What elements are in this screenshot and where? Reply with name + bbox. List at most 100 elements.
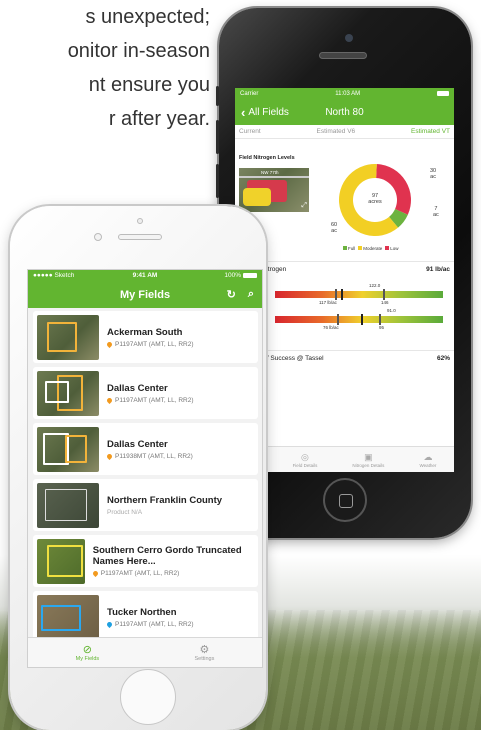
legend-low: Low — [385, 246, 399, 251]
back-label: All Fields — [248, 106, 289, 118]
back-button[interactable]: ‹ All Fields — [235, 106, 289, 119]
map-road — [239, 176, 309, 178]
field-thumbnail — [37, 538, 85, 584]
moderate-zone — [243, 188, 271, 206]
field-thumbnail — [37, 314, 99, 360]
detail-tab-bar: ▮ ◎ Field Details ▣ Nitrogen Details ☁ W… — [235, 446, 454, 472]
bar1-range-low — [335, 289, 337, 300]
status-time: 11:03 AM — [335, 90, 361, 97]
field-name: Dallas Center — [107, 438, 168, 450]
tab-field-details[interactable]: ◎ Field Details — [293, 452, 318, 468]
home-square-icon — [339, 494, 353, 508]
tab-estimated-vt[interactable]: Estimated VT — [411, 128, 450, 135]
field-card[interactable]: Dallas Center P1197AMT (AMT, LL, RR2) — [33, 367, 258, 419]
refresh-icon[interactable]: ↻ — [227, 288, 236, 301]
acres-unit: ac — [433, 212, 439, 218]
bar1-low-label: 117 lb/ac — [319, 300, 337, 305]
tab-label: Nitrogen Details — [352, 462, 385, 468]
status-bar: Carrier 11:03 AM — [235, 88, 454, 99]
field-card[interactable]: Dallas Center P11938MT (AMT, LL, RR2) — [33, 423, 258, 475]
field-product: P11938MT (AMT, LL, RR2) — [107, 452, 193, 460]
field-product: P1197AMT (AMT, LL, RR2) — [107, 396, 194, 404]
field-name: Dallas Center — [107, 382, 168, 394]
seed-drop-icon — [107, 396, 114, 404]
tab-estimated-v6[interactable]: Estimated V6 — [317, 128, 356, 135]
tab-nitrogen-details[interactable]: ▣ Nitrogen Details — [352, 452, 384, 468]
map-road-label: NW 77th — [261, 170, 279, 175]
nitrogen-icon: ▣ — [364, 451, 373, 462]
chance-of-success-row[interactable]: Chance of Success @ Tassel 62% — [235, 350, 454, 366]
my-fields-screen: ●●●●● Sketch 9:41 AM 100% My Fields ↻ ⌕ … — [27, 269, 263, 668]
field-card[interactable]: Southern Cerro Gordo Truncated Names Her… — [33, 535, 258, 587]
phone-white: ●●●●● Sketch 9:41 AM 100% My Fields ↻ ⌕ … — [10, 206, 266, 730]
tab-label: Settings — [194, 655, 215, 662]
battery-icon — [437, 91, 449, 96]
status-time: 9:41 AM — [132, 272, 158, 279]
nav-bar: ‹ All Fields North 80 — [235, 99, 454, 125]
field-name: Tucker Northen — [107, 606, 177, 618]
tab-weather[interactable]: ☁ Weather — [420, 452, 437, 468]
field-card[interactable]: Ackerman South P1197AMT (AMT, LL, RR2) — [33, 311, 258, 363]
nitrogen-bar-2 — [275, 314, 443, 325]
seed-drop-icon — [107, 620, 114, 628]
field-boundary — [65, 434, 87, 463]
intro-line: s unexpected; — [85, 6, 210, 28]
tab-my-fields[interactable]: ⊘ My Fields — [76, 644, 100, 662]
volume-up-button — [216, 120, 219, 154]
bar1-marker-value: 122.0 — [369, 283, 381, 288]
field-card[interactable]: Tucker Northen P1197AMT (AMT, LL, RR2) — [33, 591, 258, 643]
acres-unit: ac — [331, 228, 337, 234]
field-boundary — [41, 604, 81, 631]
bar2-marker — [361, 314, 363, 325]
field-product: P1197AMT (AMT, LL, RR2) — [92, 569, 258, 577]
seed-drop-icon — [107, 340, 114, 348]
field-card[interactable]: Northern Franklin County Product N/A — [33, 479, 258, 531]
soil-nitrogen-row[interactable]: VT Soil Nitrogen 91 lb/ac — [235, 261, 454, 277]
donut-center-unit: acres — [368, 199, 382, 205]
weather-icon: ☁ — [423, 451, 433, 462]
tab-settings[interactable]: ⚙ Settings — [194, 644, 214, 662]
field-product: P1197AMT (AMT, LL, RR2) — [107, 340, 194, 348]
bar2-low-label: 76 lb/ac — [323, 325, 339, 330]
bar1-marker — [341, 289, 343, 300]
donut-label-full: 7 ac — [433, 206, 439, 218]
field-boundary — [47, 321, 77, 352]
tab-label: My Fields — [75, 655, 100, 662]
field-boundary — [45, 380, 69, 403]
expand-icon[interactable]: ⤢ — [301, 202, 307, 210]
front-camera — [137, 218, 143, 224]
front-camera — [345, 34, 353, 42]
field-thumbnail — [37, 370, 99, 416]
legend-full: Full — [343, 246, 355, 251]
status-bar: ●●●●● Sketch 9:41 AM 100% — [28, 270, 262, 281]
donut-label-moderate: 60 ac — [331, 222, 337, 234]
field-name: Ackerman South — [107, 326, 183, 338]
nitrogen-bar-1 — [275, 289, 443, 300]
earpiece-speaker — [319, 52, 367, 59]
donut-legend: Full Moderate Low — [343, 246, 399, 251]
tab-label: Weather — [419, 462, 437, 468]
field-name: Northern Franklin County — [107, 494, 223, 506]
field-thumbnail — [37, 594, 99, 640]
stage-tabs: Current Estimated V6 Estimated VT — [235, 125, 454, 139]
home-button[interactable] — [323, 478, 367, 522]
north80-screen: Carrier 11:03 AM ‹ All Fields North 80 C… — [235, 88, 454, 472]
section-title: Field Nitrogen Levels — [239, 155, 295, 161]
donut-label-low: 30 ac — [430, 168, 436, 180]
field-map[interactable]: NW 77th ⤢ — [239, 168, 309, 212]
chance-value: 62% — [436, 355, 450, 362]
donut-slice-low — [376, 164, 411, 215]
tab-current[interactable]: Current — [239, 128, 261, 135]
bar1-range-high — [383, 289, 385, 300]
intro-line: nt ensure you — [88, 74, 210, 96]
fields-icon: ⊘ — [82, 643, 93, 656]
home-button[interactable] — [120, 669, 176, 725]
seed-drop-icon — [92, 569, 99, 577]
legend-moderate: Moderate — [358, 246, 382, 251]
tab-bar: ⊘ My Fields ⚙ Settings — [28, 637, 262, 667]
gear-icon: ⚙ — [199, 643, 210, 656]
field-boundary — [47, 544, 83, 577]
carrier-label: Carrier — [240, 90, 259, 97]
bar2-range-high — [379, 314, 381, 325]
search-icon[interactable]: ⌕ — [248, 288, 254, 301]
